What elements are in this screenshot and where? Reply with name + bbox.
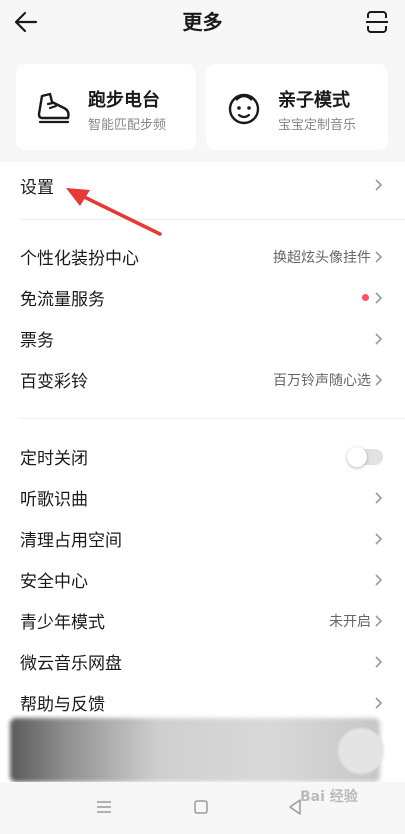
menu-icon[interactable] [96, 800, 112, 814]
home-icon[interactable] [193, 799, 209, 815]
scan-icon[interactable] [363, 8, 391, 36]
group-one: 个性化装扮中心 换超炫头像挂件 免流量服务 票务 百变彩铃 百万铃声随心选 [0, 236, 405, 400]
page-title: 更多 [182, 10, 223, 34]
running-radio-card[interactable]: 跑步电台 智能匹配步频 [16, 64, 196, 150]
card-subtitle: 宝宝定制音乐 [278, 118, 357, 133]
row-label: 个性化装扮中心 [20, 249, 139, 269]
list-item-tickets[interactable]: 票务 [0, 318, 405, 359]
feature-cards: 跑步电台 智能匹配步频 亲子模式 宝宝定制音乐 [0, 44, 405, 162]
settings-section: 设置 [0, 162, 405, 208]
chevron-right-icon [375, 179, 383, 191]
row-label: 免流量服务 [20, 290, 105, 310]
chevron-right-icon [375, 696, 383, 709]
mini-player[interactable] [10, 718, 380, 782]
chevron-right-icon [375, 491, 383, 504]
baby-face-icon [228, 93, 260, 125]
row-label: 票务 [20, 331, 54, 351]
play-button[interactable] [338, 728, 384, 774]
row-value: 未开启 [329, 613, 371, 630]
row-label: 百变彩铃 [20, 372, 88, 392]
watermark: Bai 经验 [300, 789, 358, 805]
list-item-song-recognition[interactable]: 听歌识曲 [0, 477, 405, 518]
list-item-free-data[interactable]: 免流量服务 [0, 277, 405, 318]
list-item-teen-mode[interactable]: 青少年模式 未开启 [0, 600, 405, 641]
list-item-clear-storage[interactable]: 清理占用空间 [0, 518, 405, 559]
divider [20, 219, 405, 220]
chevron-right-icon [375, 250, 383, 263]
row-label: 微云音乐网盘 [20, 654, 122, 674]
row-label: 安全中心 [20, 572, 88, 592]
row-label: 帮助与反馈 [20, 695, 105, 715]
divider [20, 418, 405, 419]
row-label: 青少年模式 [20, 613, 105, 633]
kids-mode-card[interactable]: 亲子模式 宝宝定制音乐 [206, 64, 388, 150]
chevron-right-icon [375, 573, 383, 586]
list-item-help-feedback[interactable]: 帮助与反馈 [0, 682, 405, 723]
row-label: 定时关闭 [20, 449, 88, 469]
settings-row[interactable]: 设置 [0, 162, 405, 208]
row-value: 百万铃声随心选 [273, 372, 371, 389]
chevron-right-icon [375, 655, 383, 668]
list-item-cloud-drive[interactable]: 微云音乐网盘 [0, 641, 405, 682]
list-item-security-center[interactable]: 安全中心 [0, 559, 405, 600]
row-label: 听歌识曲 [20, 490, 88, 510]
card-subtitle: 智能匹配步频 [88, 118, 167, 133]
chevron-right-icon [375, 532, 383, 545]
row-label: 清理占用空间 [20, 531, 122, 551]
list-item-ringtone[interactable]: 百变彩铃 百万铃声随心选 [0, 359, 405, 400]
card-title: 亲子模式 [278, 90, 350, 111]
card-title: 跑步电台 [88, 90, 160, 111]
notification-dot [362, 294, 369, 301]
chevron-right-icon [375, 291, 383, 304]
running-shoe-icon [37, 92, 70, 124]
row-value: 换超炫头像挂件 [273, 249, 371, 266]
chevron-right-icon [375, 373, 383, 386]
chevron-right-icon [375, 614, 383, 627]
chevron-right-icon [375, 332, 383, 345]
group-two: 定时关闭 听歌识曲 清理占用空间 安全中心 青少年模式 未开启 微云音乐网盘 帮… [0, 436, 405, 723]
top-bar: 更多 [0, 0, 405, 44]
list-item-sleep-timer[interactable]: 定时关闭 [0, 436, 405, 477]
settings-label: 设置 [20, 177, 54, 198]
list-item-skin-center[interactable]: 个性化装扮中心 换超炫头像挂件 [0, 236, 405, 277]
toggle-knob [347, 446, 367, 467]
sleep-timer-toggle[interactable] [347, 446, 383, 467]
